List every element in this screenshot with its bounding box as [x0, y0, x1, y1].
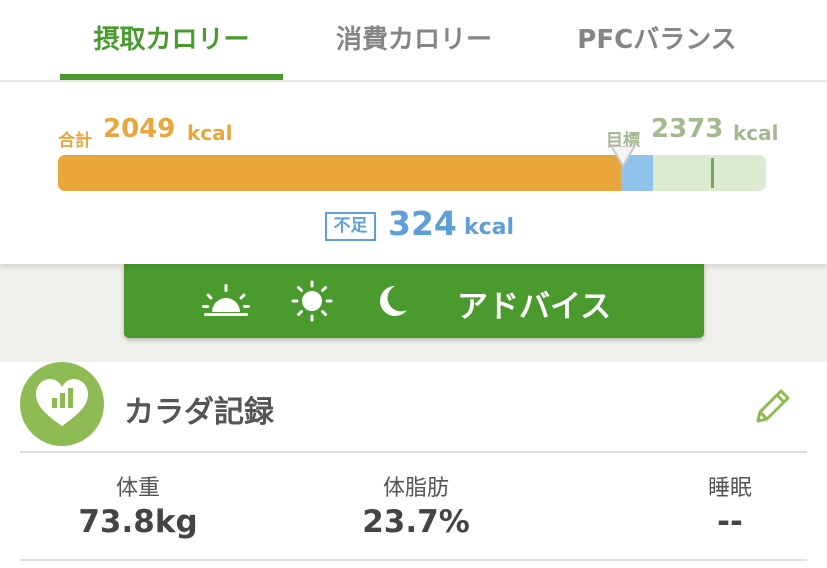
goal-unit: kcal [733, 121, 779, 145]
sun-icon [291, 280, 333, 322]
pencil-icon[interactable] [750, 385, 794, 429]
advice-label: アドバイス [457, 289, 612, 325]
total-label: 合計 [58, 131, 92, 151]
shortage-value: 324 [388, 204, 457, 243]
body-record-section: カラダ記録 体重 73.8kg 体脂肪 23.7% 睡眠 -- [0, 362, 827, 568]
body-fat-label: 体脂肪 [382, 476, 449, 501]
advice-button[interactable]: アドバイス [124, 263, 704, 338]
total-unit: kcal [187, 121, 233, 145]
shortage-unit: kcal [464, 215, 515, 240]
shortage-badge: 不足 [325, 212, 376, 241]
tab-burned-calories[interactable]: 消費カロリー [300, 20, 528, 60]
body-fat-value[interactable]: 23.7% [350, 504, 482, 540]
sunrise-icon [202, 284, 250, 316]
tab-pfc-balance[interactable]: PFCバランス [550, 20, 764, 60]
goal-marker-inner [613, 147, 633, 164]
sleep-label: 睡眠 [707, 476, 752, 501]
sleep-value[interactable]: -- [700, 504, 760, 540]
section-title: カラダ記録 [124, 395, 274, 430]
moon-icon [380, 286, 407, 316]
weight-label: 体重 [115, 476, 160, 501]
tab-bar: 摂取カロリー 消費カロリー PFCバランス [0, 0, 827, 82]
bar-tick-mark [711, 158, 714, 188]
heart-chart-icon [20, 362, 104, 446]
intake-fill [58, 155, 621, 191]
goal-value: 2373 [651, 114, 724, 144]
weight-value[interactable]: 73.8kg [72, 504, 204, 540]
total-value: 2049 [103, 114, 176, 144]
tab-intake-calories[interactable]: 摂取カロリー [60, 20, 283, 60]
calorie-progress-bar [58, 155, 766, 191]
divider [20, 451, 807, 453]
divider [20, 559, 807, 561]
active-tab-indicator [60, 74, 283, 80]
calorie-summary-card: 合計 2049 kcal 目標 2373 kcal 不足 324 kcal [0, 84, 827, 264]
